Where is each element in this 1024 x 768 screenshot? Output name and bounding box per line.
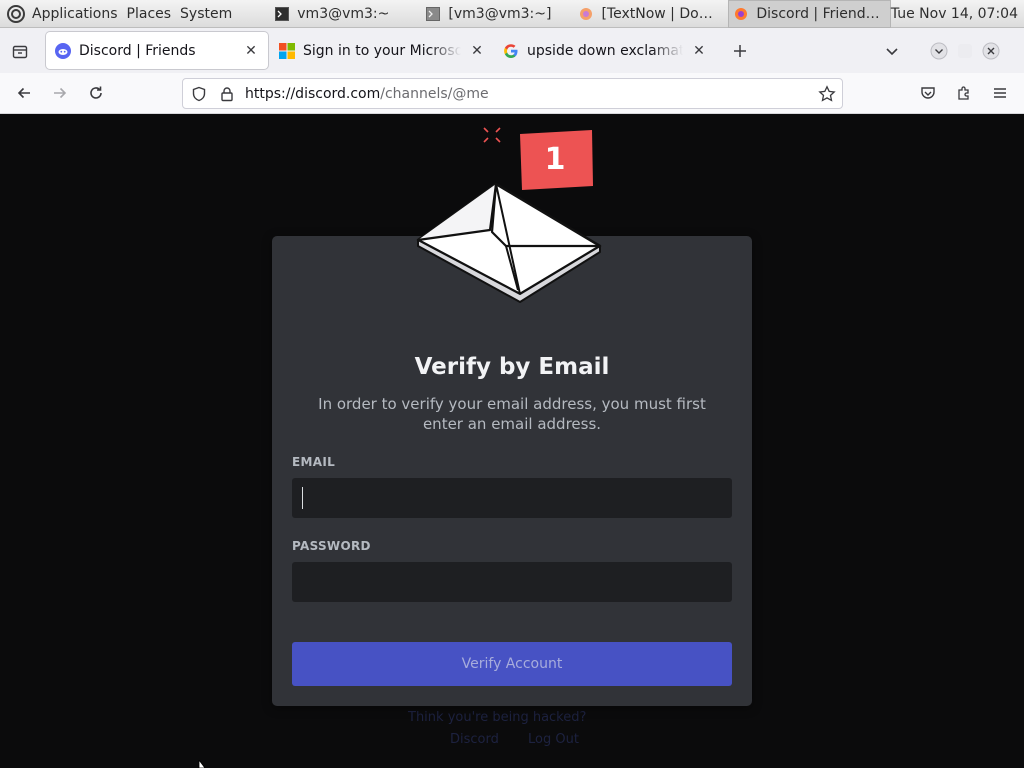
taskbar-item-discord[interactable]: Discord | Friends — ... [728, 0, 891, 28]
envelope-icon [416, 182, 602, 303]
notification-count: 1 [545, 142, 566, 177]
close-tab-icon[interactable]: ✕ [469, 43, 485, 59]
google-icon [504, 43, 518, 58]
password-field[interactable] [292, 562, 732, 602]
notification-badge: 1 [520, 130, 593, 190]
tab-strip: Discord | Friends ✕ Sign in to your Micr… [0, 28, 1024, 73]
window-minimize-button[interactable] [926, 35, 952, 67]
taskbar-item-terminal-2[interactable]: [vm3@vm3:~] [420, 0, 573, 28]
terminal-icon [275, 6, 290, 21]
plus-icon [734, 44, 746, 57]
discord-page: Think you're being hacked? Discord Log O… [0, 114, 1024, 768]
star-icon[interactable] [818, 85, 836, 103]
taskbar-item-terminal-1[interactable]: vm3@vm3:~ [269, 0, 420, 28]
url-host: https://discord.com [245, 85, 381, 102]
modal-subtitle: In order to verify your email address, y… [318, 395, 706, 433]
email-field[interactable] [292, 478, 732, 518]
list-all-tabs-button[interactable] [874, 35, 910, 67]
taskbar-label: vm3@vm3:~ [297, 5, 390, 22]
hamburger-menu-icon [994, 88, 1006, 98]
puzzle-icon [958, 86, 969, 100]
taskbar-label: [vm3@vm3:~] [448, 5, 552, 22]
firefox-view-button[interactable] [0, 28, 40, 73]
app-menu-button[interactable] [982, 77, 1018, 109]
url-path: /channels/@me [380, 85, 489, 102]
modal-title: Verify by Email [414, 354, 610, 380]
lock-icon[interactable] [219, 86, 235, 102]
menu-system[interactable]: System [180, 6, 232, 22]
logout-link[interactable]: Log Out [528, 732, 579, 747]
maximize-icon [958, 43, 972, 58]
window-maximize-button[interactable] [952, 35, 978, 67]
firefox-icon [580, 7, 593, 20]
discord-link[interactable]: Discord [450, 732, 499, 747]
taskbar-label: [TextNow | Downlo... [601, 5, 722, 22]
envelope-illustration: 1 [416, 127, 602, 303]
url-text[interactable]: https://discord.com/channels/@me [245, 86, 489, 102]
panel-clock[interactable]: Tue Nov 14, 07:04 [891, 6, 1024, 22]
forward-button[interactable] [42, 77, 78, 109]
discord-icon [55, 42, 71, 59]
tab-title: Discord | Friends [79, 42, 196, 59]
tab-title: upside down exclamation po [527, 42, 683, 59]
mouse-cursor-icon [198, 760, 206, 768]
url-bar[interactable]: https://discord.com/channels/@me [182, 78, 843, 109]
shield-icon[interactable] [191, 86, 207, 102]
window-close-button[interactable] [978, 35, 1004, 67]
sparkle-icon [483, 127, 501, 143]
chevron-down-icon [886, 47, 898, 55]
pocket-icon [921, 87, 935, 99]
panel-menus: Applications Places System [0, 0, 247, 28]
email-label: EMAIL [292, 455, 336, 469]
reload-button[interactable] [78, 77, 114, 109]
tab-google[interactable]: upside down exclamation po ✕ [494, 32, 716, 69]
close-tab-icon[interactable]: ✕ [691, 43, 707, 59]
verify-account-button[interactable]: Verify Account [292, 642, 732, 686]
hacked-prompt: Think you're being hacked? [408, 710, 587, 725]
password-label: PASSWORD [292, 539, 371, 553]
microsoft-icon [279, 42, 295, 59]
close-tab-icon[interactable]: ✕ [243, 43, 259, 59]
taskbar-item-textnow[interactable]: [TextNow | Downlo... [573, 0, 728, 28]
extensions-button[interactable] [946, 77, 982, 109]
menu-applications[interactable]: Applications [32, 6, 118, 22]
menu-places[interactable]: Places [127, 6, 172, 22]
firefox-icon [735, 7, 748, 20]
gnome-foot-icon[interactable] [6, 4, 26, 24]
top-panel: Applications Places System vm3@vm3:~ [vm… [0, 0, 1024, 28]
text-caret [302, 487, 303, 509]
navigation-toolbar: https://discord.com/channels/@me [0, 73, 1024, 114]
tab-microsoft[interactable]: Sign in to your Microsoft acco ✕ [270, 32, 494, 69]
tab-discord[interactable]: Discord | Friends ✕ [46, 32, 268, 69]
back-button[interactable] [6, 77, 42, 109]
tab-title: Sign in to your Microsoft acco [303, 42, 461, 59]
arrow-left-icon [17, 87, 30, 99]
firefox-view-icon [12, 45, 28, 58]
email-field-wrap [272, 478, 752, 518]
reload-icon [90, 86, 102, 99]
close-icon [982, 42, 1000, 59]
new-tab-button[interactable] [722, 35, 758, 67]
pocket-button[interactable] [910, 77, 946, 109]
taskbar-label: Discord | Friends — ... [756, 5, 884, 22]
minimize-icon [930, 42, 948, 59]
arrow-right-icon [54, 87, 67, 99]
terminal-icon [426, 6, 441, 21]
